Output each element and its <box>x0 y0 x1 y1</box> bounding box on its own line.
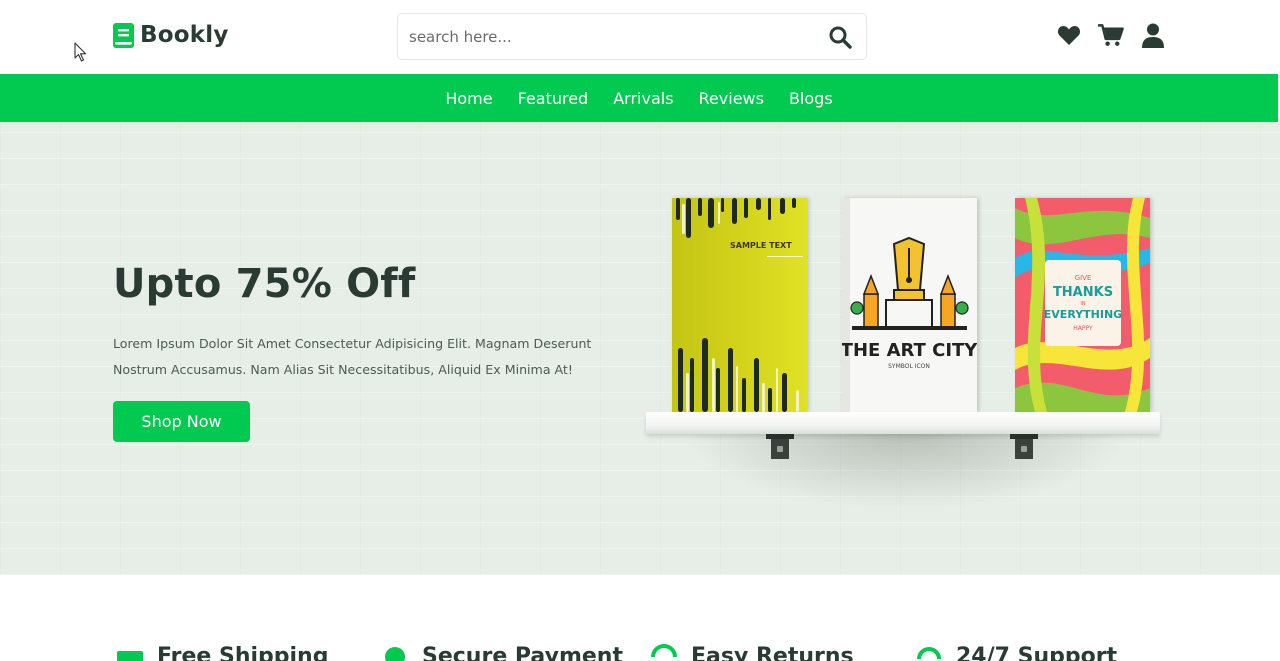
nav-item-blogs[interactable]: Blogs <box>776 89 845 108</box>
truck-icon <box>117 651 143 661</box>
feature-label: Easy Returns <box>691 643 854 661</box>
book-3-cover-line1: GIVE <box>1075 274 1092 282</box>
cart-icon <box>1098 24 1124 46</box>
mouse-cursor-icon <box>74 42 87 62</box>
shop-now-button[interactable]: Shop Now <box>113 401 250 442</box>
book-shelf <box>646 412 1160 434</box>
feature-label: Secure Payment <box>422 643 623 661</box>
book-cover-2-art: THE ART CITY SYMBOL ICON <box>842 198 977 412</box>
book-cover-3-art: GIVE THANKS IN EVERYTHING HAPPY <box>1015 198 1150 412</box>
account-button[interactable] <box>1140 22 1166 48</box>
book-cover-2[interactable]: THE ART CITY SYMBOL ICON <box>842 198 977 412</box>
header: Bookly <box>0 0 1280 74</box>
book-cover-1[interactable]: SAMPLE TEXT <box>672 198 807 412</box>
hero-description: Lorem Ipsum Dolor Sit Amet Consectetur A… <box>113 336 592 377</box>
search-button[interactable] <box>814 14 866 59</box>
feature-secure-payment: Secure Payment <box>382 643 623 661</box>
nav-item-arrivals[interactable]: Arrivals <box>601 89 686 108</box>
book-3-cover-line2: THANKS <box>1053 285 1113 300</box>
return-icon <box>651 644 677 658</box>
header-icons <box>1056 22 1166 48</box>
hero-section: Upto 75% Off Lorem Ipsum Dolor Sit Amet … <box>0 122 1280 575</box>
book-cover-3[interactable]: GIVE THANKS IN EVERYTHING HAPPY <box>1015 198 1150 412</box>
book-icon <box>113 22 134 48</box>
logo-link[interactable]: Bookly <box>113 22 229 48</box>
book-cover-1-art: SAMPLE TEXT <box>672 198 807 412</box>
user-icon <box>1142 23 1164 48</box>
search-input[interactable] <box>398 14 814 59</box>
logo-text: Bookly <box>140 22 229 48</box>
features-section: Free Shipping Secure Payment Easy Return… <box>0 575 1280 661</box>
shelf-shadow <box>680 430 1130 510</box>
book-3-cover-line3: IN <box>1080 301 1085 307</box>
feature-support: 24/7 Support <box>916 643 1117 661</box>
nav-item-home[interactable]: Home <box>433 89 505 108</box>
book-3-cover-line5: HAPPY <box>1073 325 1093 332</box>
heart-icon <box>1057 26 1081 45</box>
shelf-bracket <box>1010 434 1038 459</box>
headset-icon <box>917 647 941 660</box>
book-3-cover-line4: EVERYTHING <box>1044 308 1122 321</box>
cart-button[interactable] <box>1098 22 1124 48</box>
shelf-bracket <box>766 434 794 459</box>
feature-free-shipping: Free Shipping <box>117 643 328 661</box>
nav-item-reviews[interactable]: Reviews <box>686 89 776 108</box>
search-icon <box>829 26 852 49</box>
book-2-cover-subtitle: SYMBOL ICON <box>888 363 930 370</box>
wishlist-button[interactable] <box>1056 22 1082 48</box>
book-1-cover-text: SAMPLE TEXT <box>730 241 792 250</box>
nav-item-featured[interactable]: Featured <box>505 89 601 108</box>
hero-title: Upto 75% Off <box>113 261 416 307</box>
feature-easy-returns: Easy Returns <box>651 643 854 661</box>
book-2-cover-title: THE ART CITY <box>842 340 977 361</box>
search-bar <box>397 13 867 60</box>
feature-label: Free Shipping <box>157 643 329 661</box>
feature-label: 24/7 Support <box>956 643 1118 661</box>
main-nav: Home Featured Arrivals Reviews Blogs <box>0 74 1278 122</box>
lock-icon <box>385 647 405 661</box>
